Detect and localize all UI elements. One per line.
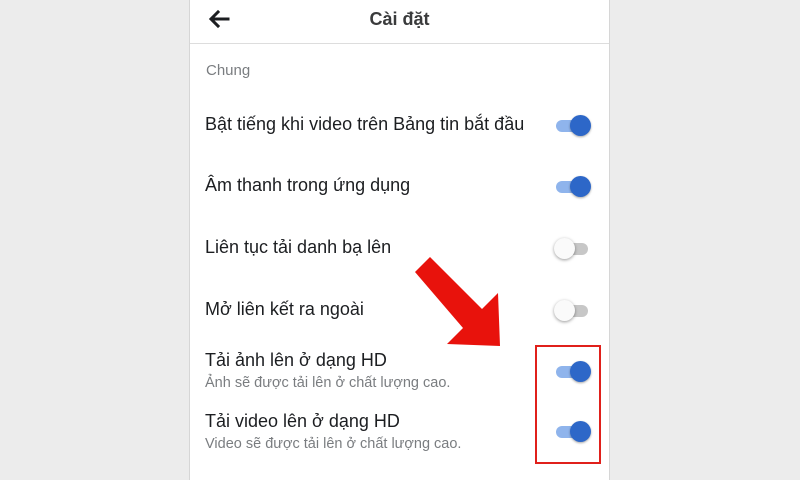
setting-label: Tải video lên ở dạng HD — [205, 411, 400, 431]
setting-description: Video sẽ được tải lên ở chất lượng cao. — [205, 436, 462, 452]
toggle-switch[interactable] — [554, 115, 591, 136]
setting-label: Tải ảnh lên ở dạng HD — [205, 350, 387, 370]
highlight-box — [535, 345, 601, 464]
setting-label: Bật tiếng khi video trên Bảng tin bắt đầ… — [205, 114, 525, 134]
toggle-switch[interactable] — [554, 238, 590, 259]
page-title: Cài đặt — [369, 9, 430, 29]
toggle-switch[interactable] — [554, 300, 590, 321]
setting-description: Ảnh sẽ được tải lên ở chất lượng cao. — [205, 375, 451, 391]
red-arrow-icon — [415, 257, 500, 346]
setting-label: Mở liên kết ra ngoài — [205, 299, 364, 319]
header-bar: Cài đặt — [190, 0, 609, 44]
setting-label: Âm thanh trong ứng dụng — [205, 175, 411, 195]
section-label: Chung — [206, 62, 251, 79]
setting-label: Liên tục tải danh bạ lên — [205, 237, 392, 257]
toggle-switch[interactable] — [554, 176, 591, 197]
